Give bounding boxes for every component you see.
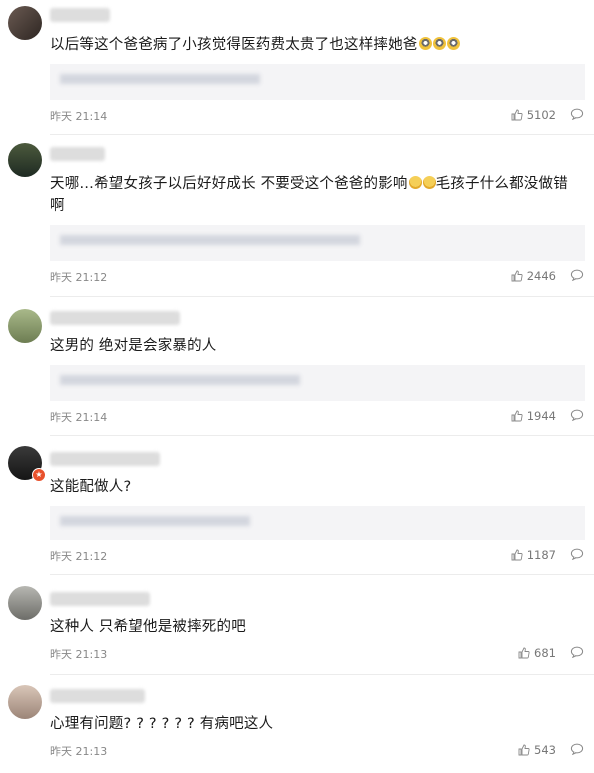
comment-time: 昨天 21:12	[50, 550, 108, 563]
verified-badge-icon: ★	[32, 468, 46, 482]
comment-bubble-icon[interactable]	[570, 409, 584, 421]
like-count: 5102	[526, 108, 556, 122]
comment-time: 昨天 21:13	[50, 648, 108, 661]
reply-preview-text	[60, 74, 260, 84]
comment-bubble-icon[interactable]	[570, 108, 584, 120]
comment-time: 昨天 21:14	[50, 110, 108, 123]
divider	[50, 134, 594, 135]
thumb-up-icon	[511, 549, 523, 561]
stunned-emoji-icon	[446, 37, 460, 50]
stunned-emoji-icon	[432, 37, 446, 50]
divider	[50, 574, 594, 575]
comment-bubble-icon[interactable]	[570, 743, 584, 755]
like-button[interactable]: 543	[518, 743, 556, 757]
username[interactable]	[50, 452, 160, 466]
reply-preview-text	[60, 235, 360, 245]
crying-emoji-icon	[408, 176, 422, 189]
avatar[interactable]	[8, 586, 42, 620]
comment-text-content: 天哪…希望女孩子以后好好成长 不要受这个爸爸的影响	[50, 176, 408, 192]
avatar[interactable]	[8, 6, 42, 40]
like-button[interactable]: 1944	[511, 409, 556, 423]
username[interactable]	[50, 147, 105, 161]
divider	[50, 296, 594, 297]
reply-preview-box[interactable]	[50, 365, 585, 401]
avatar[interactable]	[8, 309, 42, 343]
like-button[interactable]: 681	[518, 646, 556, 660]
username[interactable]	[50, 592, 150, 606]
like-button[interactable]: 1187	[511, 548, 556, 562]
username[interactable]	[50, 8, 110, 22]
like-count: 681	[534, 646, 556, 660]
thumb-up-icon	[511, 270, 523, 282]
comment-bubble-icon[interactable]	[570, 269, 584, 281]
comment-time: 昨天 21:14	[50, 411, 108, 424]
divider	[50, 435, 594, 436]
comment-text: 这男的 绝对是会家暴的人	[50, 335, 580, 357]
comment-text-content: 这种人 只希望他是被摔死的吧	[50, 619, 246, 635]
like-count: 1187	[526, 548, 556, 562]
like-button[interactable]: 5102	[511, 108, 556, 122]
like-count: 543	[534, 743, 556, 757]
like-button[interactable]: 2446	[511, 269, 556, 283]
divider	[50, 674, 594, 675]
thumb-up-icon	[511, 410, 523, 422]
reply-preview-box[interactable]	[50, 506, 585, 540]
like-count: 2446	[526, 269, 556, 283]
avatar[interactable]	[8, 685, 42, 719]
comment-text-content: 以后等这个爸爸病了小孩觉得医药费太贵了也这样摔她爸	[50, 37, 418, 53]
comment-bubble-icon[interactable]	[570, 646, 584, 658]
comment-text: 天哪…希望女孩子以后好好成长 不要受这个爸爸的影响 毛孩子什么都没做错啊	[50, 173, 580, 217]
comment-text-content: 这男的 绝对是会家暴的人	[50, 338, 217, 354]
comment-time: 昨天 21:12	[50, 271, 108, 284]
comment-text: 这种人 只希望他是被摔死的吧	[50, 616, 580, 638]
comment-text: 心理有问题? ? ? ? ? ? 有病吧这人	[50, 713, 580, 735]
crying-emoji-icon	[422, 176, 436, 189]
comment-text-content: 心理有问题? ? ? ? ? ? 有病吧这人	[50, 716, 274, 732]
stunned-emoji-icon	[418, 37, 432, 50]
comment-time: 昨天 21:13	[50, 745, 108, 758]
comment-bubble-icon[interactable]	[570, 548, 584, 560]
avatar[interactable]	[8, 143, 42, 177]
thumb-up-icon	[518, 744, 530, 756]
username[interactable]	[50, 311, 180, 325]
reply-preview-text	[60, 516, 250, 526]
thumb-up-icon	[518, 647, 530, 659]
comment-text-content: 这能配做人?	[50, 479, 132, 495]
reply-preview-box[interactable]	[50, 225, 585, 261]
like-count: 1944	[526, 409, 556, 423]
username[interactable]	[50, 689, 145, 703]
reply-preview-box[interactable]	[50, 64, 585, 100]
comment-text: 这能配做人?	[50, 476, 580, 498]
thumb-up-icon	[511, 109, 523, 121]
comment-text: 以后等这个爸爸病了小孩觉得医药费太贵了也这样摔她爸	[50, 34, 580, 56]
reply-preview-text	[60, 375, 300, 385]
